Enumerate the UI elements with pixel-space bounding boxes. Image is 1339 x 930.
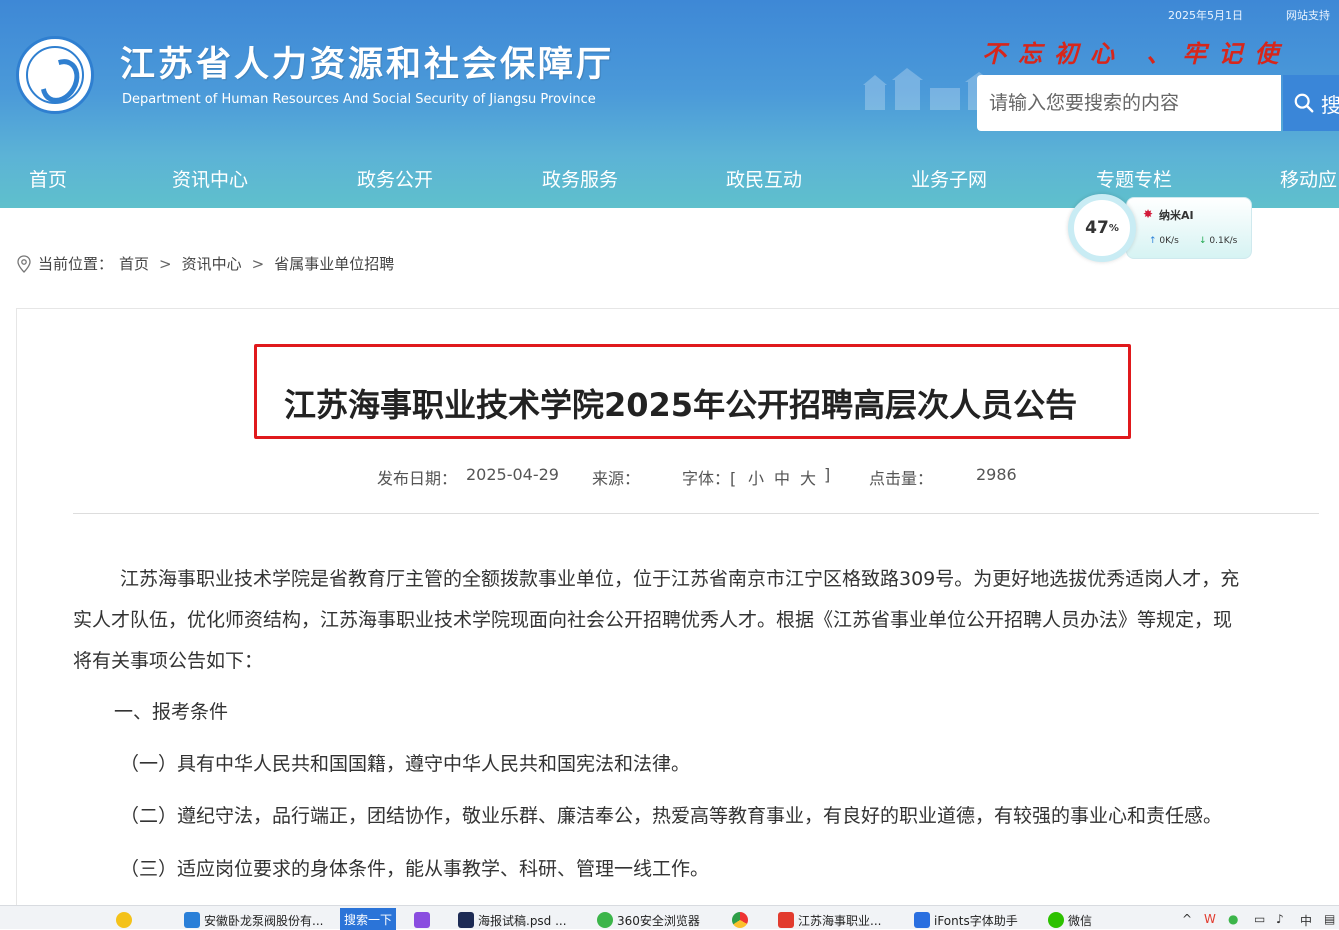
- speed-panel: ✸ 纳米AI ↑ 0K/s ↓ 0.1K/s: [1126, 197, 1252, 259]
- breadcrumb-separator: >: [159, 254, 172, 273]
- nav-topics[interactable]: 专题专栏: [1096, 165, 1172, 192]
- slogan: 不忘初心 、牢记使: [982, 39, 1291, 68]
- publish-date-label: 发布日期：: [377, 469, 458, 488]
- clicks-label: 点击量：: [869, 469, 934, 488]
- nav-gov-open[interactable]: 政务公开: [357, 165, 433, 192]
- wechat-icon: [1048, 912, 1064, 928]
- site-header: 2025年5月1日 网站支持 江苏省人力资源和社会保障厅 Department …: [0, 0, 1339, 208]
- breadcrumb-separator: >: [251, 254, 265, 273]
- article-meta: 发布日期： 2025-04-29 来源： 字体：[ 小 中 大 ] 点击量： 2…: [0, 465, 1339, 488]
- wps-icon: [778, 912, 794, 928]
- upload-arrow-icon: ↑: [1149, 236, 1157, 246]
- task-photoshop[interactable]: 海报试稿.psd ...: [458, 910, 567, 930]
- memory-percent-circle[interactable]: 47%: [1068, 194, 1136, 262]
- tray-network-icon[interactable]: ▭: [1254, 912, 1265, 926]
- task-360-browser[interactable]: 360安全浏览器: [597, 910, 700, 930]
- nav-mobile[interactable]: 移动应: [1280, 165, 1337, 192]
- nav-home[interactable]: 首页: [29, 165, 67, 192]
- search-input[interactable]: [977, 75, 1281, 131]
- tray-notification-icon[interactable]: ▤: [1324, 912, 1335, 926]
- nano-ai-label: 纳米AI: [1159, 209, 1194, 222]
- font-size-label: 字体：[: [682, 469, 737, 488]
- article-paragraph: 将有关事项公告如下：: [73, 650, 264, 672]
- network-speed-widget[interactable]: ✸ 纳米AI ↑ 0K/s ↓ 0.1K/s 47%: [1068, 194, 1252, 262]
- breadcrumb-prefix: 当前位置：: [38, 255, 114, 273]
- site-support-link[interactable]: 网站支持: [1286, 7, 1330, 23]
- source-label: 来源：: [592, 469, 641, 488]
- task-wps[interactable]: 江苏海事职业...: [778, 910, 881, 930]
- top-date: 2025年5月1日: [1168, 9, 1243, 22]
- chrome-icon: [732, 912, 748, 928]
- article-paragraph: 江苏海事职业技术学院是省教育厅主管的全额拨款事业单位，位于江苏省南京市江宁区格致…: [120, 568, 1240, 590]
- top-bar: 2025年5月1日 网站支持: [0, 0, 1339, 28]
- tray-chevron-icon[interactable]: ^: [1182, 912, 1192, 926]
- photoshop-icon: [458, 912, 474, 928]
- task-wechat[interactable]: 微信: [1048, 910, 1092, 930]
- search-icon: [1294, 93, 1314, 113]
- search-button[interactable]: 搜: [1283, 75, 1339, 131]
- publish-date: 2025-04-29: [466, 465, 559, 484]
- tray-ime-icon[interactable]: 中: [1300, 912, 1312, 929]
- article-paragraph: 实人才队伍，优化师资结构，江苏海事职业技术学院现面向社会公开招聘优秀人才。根据《…: [73, 609, 1233, 631]
- article-title: 江苏海事职业技术学院2025年公开招聘高层次人员公告: [284, 386, 1078, 424]
- windows-taskbar: 安徽卧龙泵阀股份有... 搜索一下 海报试稿.psd ... 360安全浏览器 …: [0, 905, 1339, 930]
- taskbar-search-button[interactable]: 搜索一下: [340, 908, 396, 930]
- breadcrumb-news[interactable]: 资讯中心: [182, 253, 242, 274]
- task-chrome[interactable]: [732, 910, 748, 930]
- nav-gov-service[interactable]: 政务服务: [542, 165, 618, 192]
- breadcrumb-recruitment[interactable]: 省属事业单位招聘: [274, 253, 394, 274]
- section-heading: 一、报考条件: [114, 701, 229, 723]
- upload-speed: ↑ 0K/s: [1149, 236, 1179, 246]
- condition-item: （三）适应岗位要求的身体条件，能从事教学、科研、管理一线工作。: [120, 858, 710, 880]
- site-title[interactable]: 江苏省人力资源和社会保障厅: [120, 36, 614, 87]
- meta-divider: [73, 513, 1319, 514]
- task-app[interactable]: [414, 910, 430, 930]
- browser-360-icon: [597, 912, 613, 928]
- search-box: [977, 75, 1281, 131]
- search-button-label: 搜: [1321, 92, 1339, 117]
- download-arrow-icon: ↓: [1199, 236, 1207, 246]
- location-pin-icon: [17, 254, 31, 273]
- breadcrumb: 当前位置： 首页 > 资讯中心 > 省属事业单位招聘: [16, 253, 394, 274]
- tray-360-icon[interactable]: ●: [1228, 912, 1238, 926]
- nav-subsites[interactable]: 业务子网: [911, 165, 987, 192]
- nav-interaction[interactable]: 政民互动: [726, 165, 802, 192]
- task-widget[interactable]: [116, 910, 132, 930]
- download-speed: ↓ 0.1K/s: [1199, 236, 1238, 246]
- tray-wps-icon[interactable]: W: [1204, 912, 1216, 926]
- site-subtitle: Department of Human Resources And Social…: [122, 92, 596, 107]
- font-size-large[interactable]: 大: [800, 465, 816, 489]
- condition-item: （二）遵纪守法，品行端正，团结协作，敬业乐群、廉洁奉公，热爱高等教育事业，有良好…: [120, 805, 1223, 827]
- nano-ai-icon: ✸: [1143, 207, 1154, 221]
- ie-icon: [184, 912, 200, 928]
- font-size-small[interactable]: 小: [748, 465, 764, 489]
- font-size-close: ]: [824, 465, 831, 484]
- condition-item: （一）具有中华人民共和国国籍，遵守中华人民共和国宪法和法律。: [120, 753, 691, 775]
- nav-news[interactable]: 资讯中心: [172, 165, 248, 192]
- clicks-count: 2986: [976, 465, 1017, 484]
- task-browser-tab[interactable]: 安徽卧龙泵阀股份有...: [184, 910, 323, 930]
- breadcrumb-home[interactable]: 首页: [119, 253, 149, 274]
- font-size-medium[interactable]: 中: [774, 465, 790, 489]
- tray-volume-icon[interactable]: ♪: [1276, 912, 1284, 926]
- task-ifonts[interactable]: iFonts字体助手: [914, 910, 1018, 930]
- ifonts-icon: [914, 912, 930, 928]
- department-logo[interactable]: [16, 36, 94, 114]
